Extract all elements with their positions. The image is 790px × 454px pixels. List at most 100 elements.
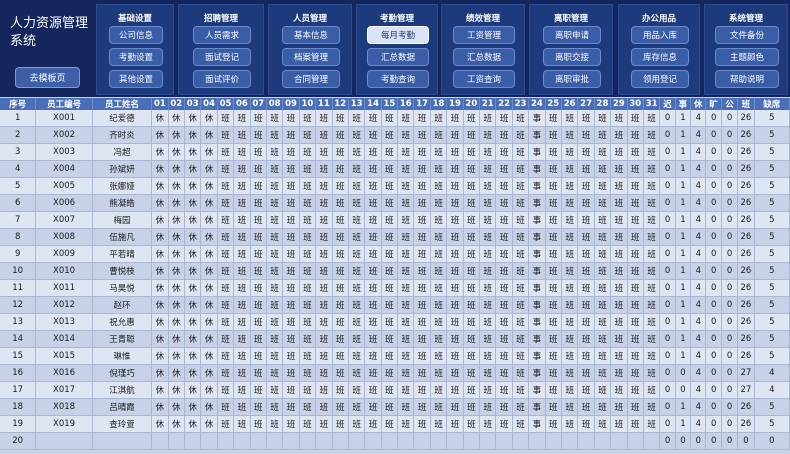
table-cell: 江淇航 <box>92 381 153 399</box>
panel-8-button-1[interactable]: 文件备份 <box>715 26 779 44</box>
table-cell: 班 <box>495 245 513 263</box>
table-cell <box>495 432 513 450</box>
panel-3-button-2[interactable]: 档案管理 <box>282 48 340 66</box>
panel-1-button-3[interactable]: 其他设置 <box>109 70 163 88</box>
table-cell: 班 <box>495 211 513 229</box>
table-cell: 1 <box>675 211 692 229</box>
table-cell: 班 <box>561 415 579 433</box>
table-cell: 休 <box>200 126 218 144</box>
table-cell: 班 <box>627 211 644 229</box>
table-cell: 班 <box>364 143 382 161</box>
table-cell: 班 <box>545 177 563 195</box>
table-cell: X013 <box>35 313 93 331</box>
table-cell: 0 <box>705 364 722 382</box>
table-cell: 班 <box>250 398 267 416</box>
table-cell: 班 <box>397 415 415 433</box>
table-cell: 班 <box>282 177 300 195</box>
table-cell: 班 <box>643 330 661 348</box>
table-cell: 0 <box>659 160 676 178</box>
table-cell: 班 <box>250 279 267 297</box>
table-cell: 班 <box>315 262 333 280</box>
table-cell: 班 <box>545 330 563 348</box>
table-cell: 班 <box>381 347 399 365</box>
table-cell: 5 <box>754 415 790 433</box>
panel-5-button-3[interactable]: 工资查询 <box>453 70 515 88</box>
table-cell: 休 <box>151 160 169 178</box>
table-cell: 4 <box>690 364 707 382</box>
table-cell: 班 <box>577 245 595 263</box>
panel-title: 招聘管理 <box>203 14 238 24</box>
table-cell: 班 <box>627 126 644 144</box>
table-cell: 班 <box>381 194 399 212</box>
table-cell: 0 <box>659 143 676 161</box>
table-cell: 事 <box>528 415 546 433</box>
table-cell: 班 <box>299 143 317 161</box>
panel-8-button-2[interactable]: 主题颜色 <box>715 48 779 66</box>
table-cell: 班 <box>643 313 661 331</box>
table-cell: 5 <box>754 160 790 178</box>
panel-6-button-3[interactable]: 离职审批 <box>543 70 601 88</box>
table-cell: 0 <box>721 415 739 433</box>
panel-7-button-2[interactable]: 库存信息 <box>631 48 689 66</box>
panel-5-button-1[interactable]: 工资管理 <box>453 26 515 44</box>
table-cell <box>430 432 448 450</box>
table-row: 10 X010 曹悦枝休休休休班班班班班班班班班班班班班班班班班班班事班班班班班班班… <box>0 262 790 280</box>
table-cell: 班 <box>430 177 448 195</box>
table-cell: 班 <box>282 211 300 229</box>
table-cell: 班 <box>463 228 481 246</box>
table-cell: 0 <box>659 194 676 212</box>
panel-3-button-1[interactable]: 基本信息 <box>282 26 340 44</box>
table-cell: 班 <box>217 143 235 161</box>
table-cell: 班 <box>430 194 448 212</box>
panel-2-button-1[interactable]: 人员需求 <box>193 26 251 44</box>
table-cell: 4 <box>754 381 790 399</box>
table-cell: 休 <box>200 347 218 365</box>
table-cell: 班 <box>512 211 530 229</box>
table-cell: 班 <box>397 364 415 382</box>
panel-4-button-3[interactable]: 考勤查询 <box>367 70 429 88</box>
table-cell: 0 <box>721 262 739 280</box>
table-cell: 班 <box>495 330 513 348</box>
table-cell: 休 <box>200 330 218 348</box>
system-title-line2: 系统 <box>10 34 37 49</box>
panel-3-button-3[interactable]: 合同管理 <box>282 70 340 88</box>
table-cell: 班 <box>577 110 595 127</box>
table-cell: 班 <box>643 211 661 229</box>
panel-2-button-2[interactable]: 面试登记 <box>193 48 251 66</box>
table-cell: 0 <box>659 177 676 195</box>
column-header-38: 旷 <box>705 98 722 110</box>
panel-8-button-3[interactable]: 帮助说明 <box>715 70 779 88</box>
panel-4-button-1[interactable]: 每月考勤 <box>367 26 429 44</box>
table-cell: 班 <box>561 330 579 348</box>
panel-4-button-2[interactable]: 汇总数据 <box>367 48 429 66</box>
table-cell: 班 <box>413 296 431 314</box>
table-cell: 班 <box>446 160 464 178</box>
table-cell: 班 <box>397 194 415 212</box>
table-cell: 26 <box>737 245 755 263</box>
table-cell: 班 <box>446 313 464 331</box>
go-template-page-button[interactable]: 去模板页 <box>15 67 80 88</box>
table-cell: 事 <box>528 381 546 399</box>
table-cell: 班 <box>217 279 235 297</box>
panel-7-button-1[interactable]: 用品入库 <box>631 26 689 44</box>
panel-1-button-1[interactable]: 公司信息 <box>109 26 163 44</box>
table-cell: 班 <box>250 177 267 195</box>
table-cell: 5 <box>754 228 790 246</box>
table-cell: 班 <box>348 160 366 178</box>
panel-6-button-1[interactable]: 离职申请 <box>543 26 601 44</box>
table-cell: 班 <box>266 177 284 195</box>
table-cell: 班 <box>479 398 497 416</box>
table-cell: 事 <box>528 347 546 365</box>
table-cell: 班 <box>364 126 382 144</box>
panel-1-button-2[interactable]: 考勤设置 <box>109 48 163 66</box>
panel-5-button-2[interactable]: 汇总数据 <box>453 48 515 66</box>
table-cell: 4 <box>690 313 707 331</box>
table-cell: 班 <box>397 228 415 246</box>
panel-6-button-2[interactable]: 离职交接 <box>543 48 601 66</box>
table-cell: 班 <box>381 177 399 195</box>
panel-2-button-3[interactable]: 面试评价 <box>193 70 251 88</box>
table-cell: 12 <box>0 296 37 314</box>
panel-7-button-3[interactable]: 领用登记 <box>631 70 689 88</box>
table-cell: 班 <box>348 262 366 280</box>
table-cell: 5 <box>754 143 790 161</box>
